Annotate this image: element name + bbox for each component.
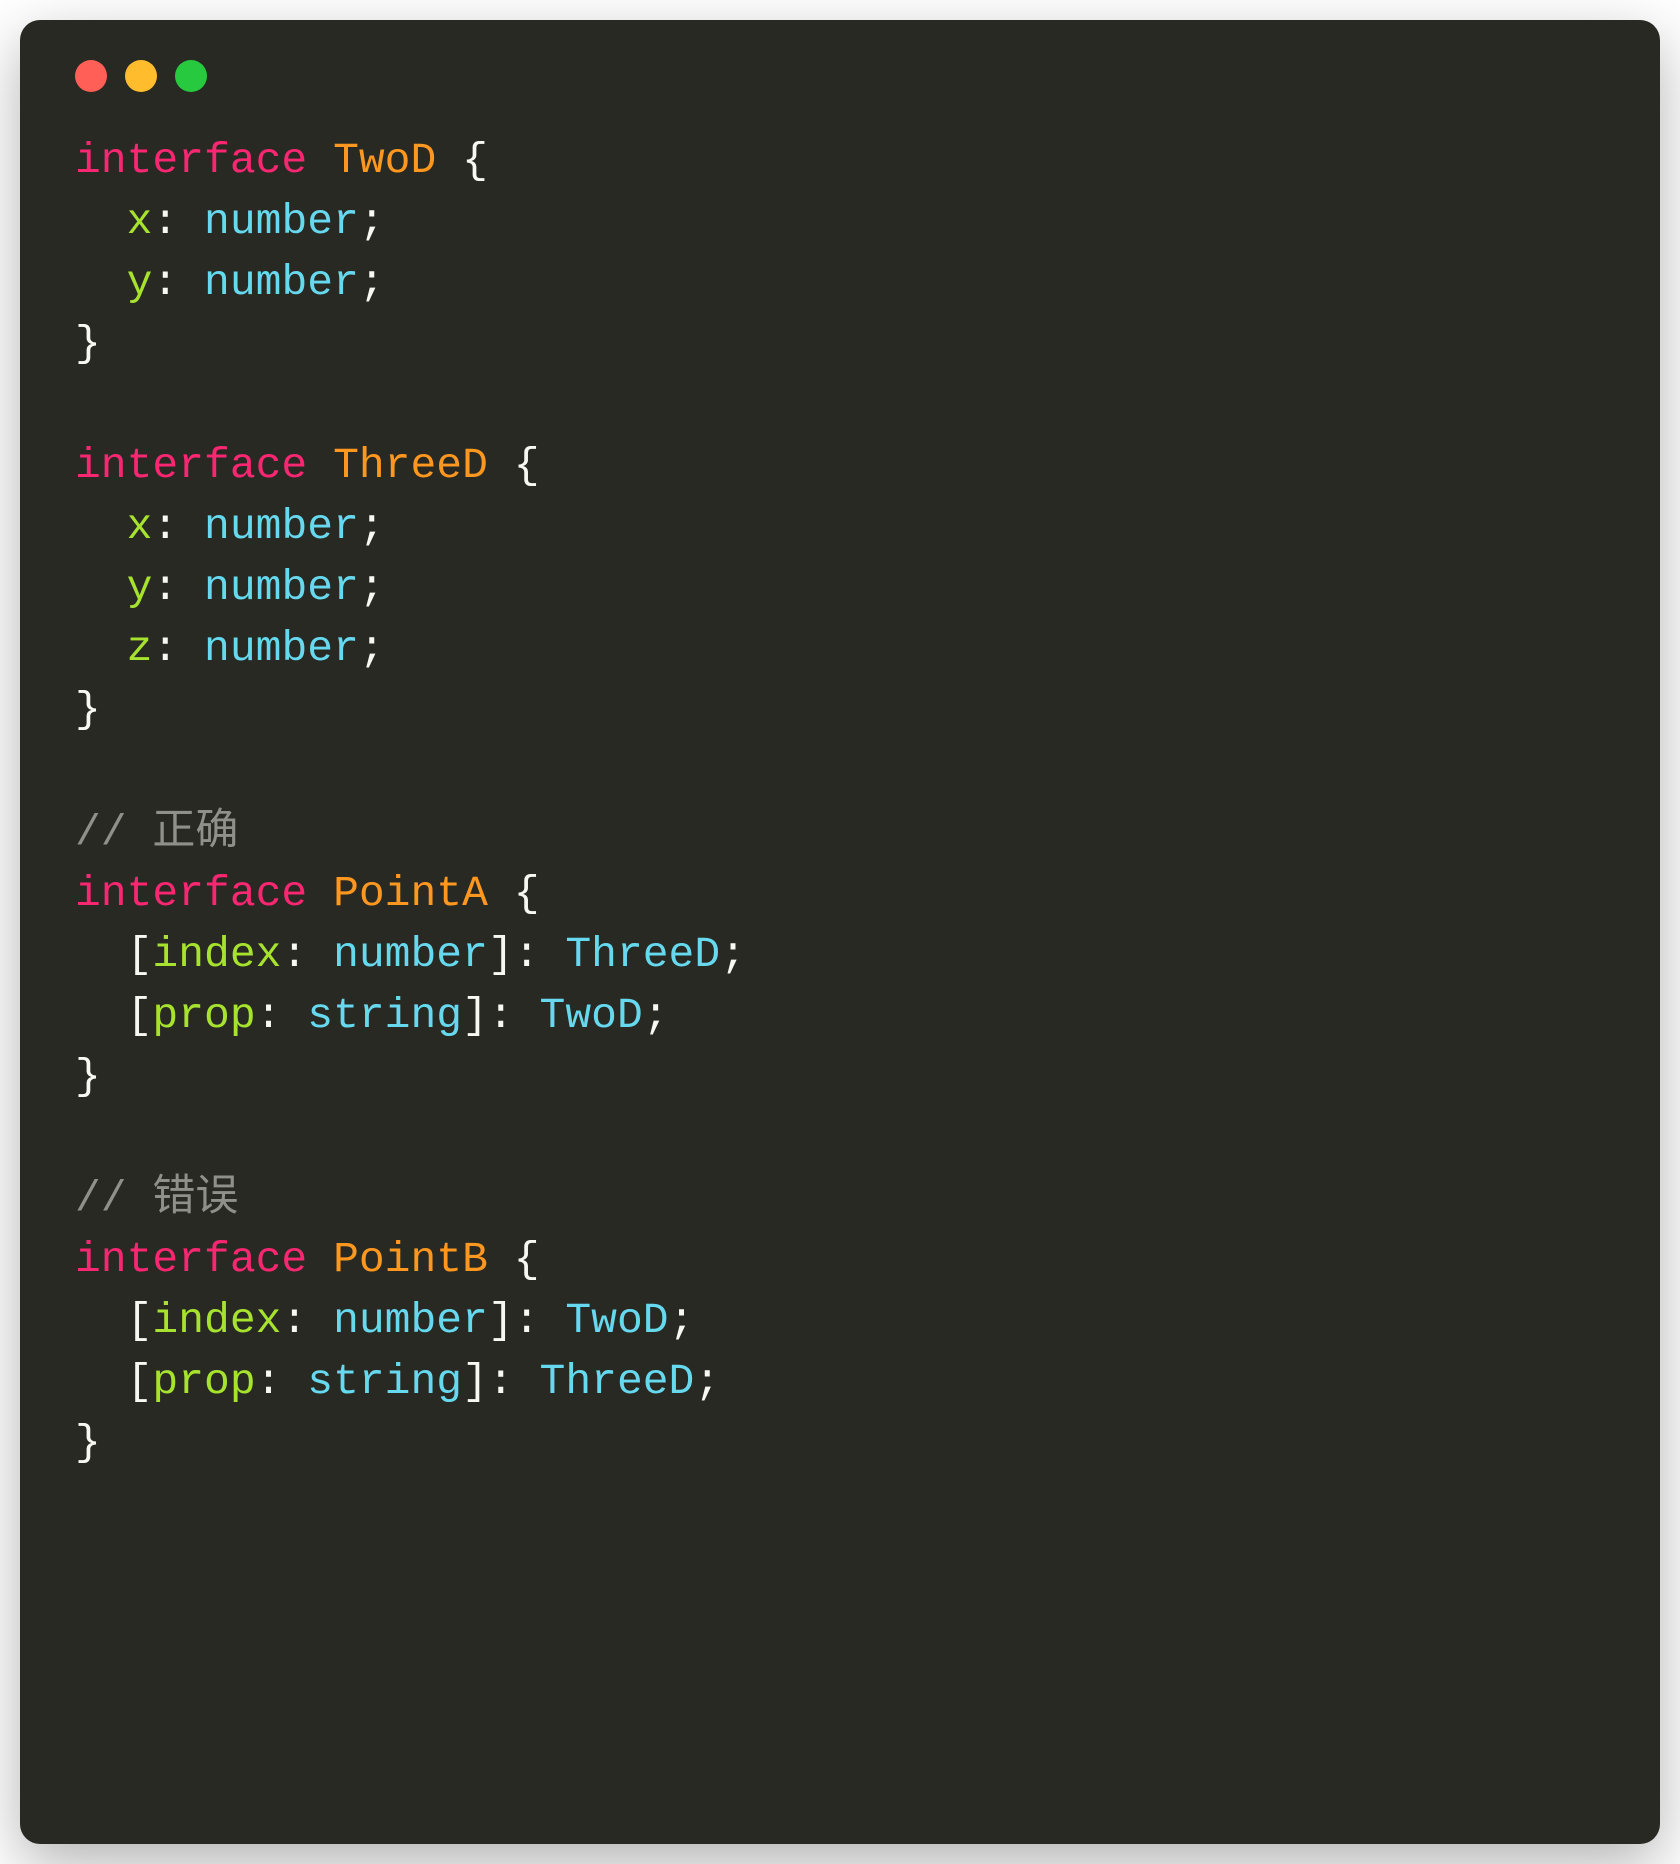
prop-name: prop xyxy=(152,1357,255,1406)
type-number: number xyxy=(333,1296,488,1345)
semicolon: ; xyxy=(359,258,385,307)
type-number: number xyxy=(204,624,359,673)
semicolon: ; xyxy=(359,197,385,246)
type-threed: ThreeD xyxy=(540,1357,695,1406)
colon: : xyxy=(488,1357,514,1406)
bracket-close: ] xyxy=(462,991,488,1040)
brace-close: } xyxy=(75,685,101,734)
bracket-open: [ xyxy=(127,930,153,979)
prop-z: z xyxy=(127,624,153,673)
type-string: string xyxy=(307,1357,462,1406)
semicolon: ; xyxy=(359,624,385,673)
colon: : xyxy=(514,930,540,979)
comment-wrong: // 错误 xyxy=(75,1174,238,1223)
maximize-icon[interactable] xyxy=(175,60,207,92)
type-number: number xyxy=(333,930,488,979)
window-controls xyxy=(75,60,1605,92)
type-threed: ThreeD xyxy=(565,930,720,979)
brace-open: { xyxy=(514,869,540,918)
interface-name-twod: TwoD xyxy=(333,136,436,185)
bracket-open: [ xyxy=(127,1296,153,1345)
prop-name: prop xyxy=(152,991,255,1040)
minimize-icon[interactable] xyxy=(125,60,157,92)
keyword-interface: interface xyxy=(75,869,307,918)
bracket-close: ] xyxy=(488,1296,514,1345)
colon: : xyxy=(281,930,307,979)
type-string: string xyxy=(307,991,462,1040)
prop-x: x xyxy=(127,197,153,246)
index-name: index xyxy=(152,1296,281,1345)
brace-close: } xyxy=(75,1052,101,1101)
semicolon: ; xyxy=(694,1357,720,1406)
colon: : xyxy=(256,991,282,1040)
brace-open: { xyxy=(514,441,540,490)
type-twod: TwoD xyxy=(565,1296,668,1345)
brace-close: } xyxy=(75,319,101,368)
index-name: index xyxy=(152,930,281,979)
keyword-interface: interface xyxy=(75,1235,307,1284)
bracket-close: ] xyxy=(488,930,514,979)
bracket-open: [ xyxy=(127,991,153,1040)
bracket-open: [ xyxy=(127,1357,153,1406)
code-content: interface TwoD { x: number; y: number; }… xyxy=(75,130,1605,1473)
brace-open: { xyxy=(514,1235,540,1284)
colon: : xyxy=(488,991,514,1040)
colon: : xyxy=(256,1357,282,1406)
bracket-close: ] xyxy=(462,1357,488,1406)
semicolon: ; xyxy=(720,930,746,979)
keyword-interface: interface xyxy=(75,441,307,490)
colon: : xyxy=(281,1296,307,1345)
comment-correct: // 正确 xyxy=(75,808,238,857)
semicolon: ; xyxy=(669,1296,695,1345)
type-twod: TwoD xyxy=(540,991,643,1040)
colon: : xyxy=(152,197,178,246)
prop-y: y xyxy=(127,563,153,612)
type-number: number xyxy=(204,258,359,307)
interface-name-threed: ThreeD xyxy=(333,441,488,490)
type-number: number xyxy=(204,197,359,246)
semicolon: ; xyxy=(359,563,385,612)
colon: : xyxy=(152,502,178,551)
colon: : xyxy=(152,563,178,612)
prop-x: x xyxy=(127,502,153,551)
keyword-interface: interface xyxy=(75,136,307,185)
interface-name-pointb: PointB xyxy=(333,1235,488,1284)
brace-open: { xyxy=(462,136,488,185)
colon: : xyxy=(152,624,178,673)
prop-y: y xyxy=(127,258,153,307)
code-window: interface TwoD { x: number; y: number; }… xyxy=(20,20,1660,1844)
close-icon[interactable] xyxy=(75,60,107,92)
interface-name-pointa: PointA xyxy=(333,869,488,918)
type-number: number xyxy=(204,563,359,612)
colon: : xyxy=(514,1296,540,1345)
colon: : xyxy=(152,258,178,307)
type-number: number xyxy=(204,502,359,551)
semicolon: ; xyxy=(643,991,669,1040)
brace-close: } xyxy=(75,1418,101,1467)
semicolon: ; xyxy=(359,502,385,551)
